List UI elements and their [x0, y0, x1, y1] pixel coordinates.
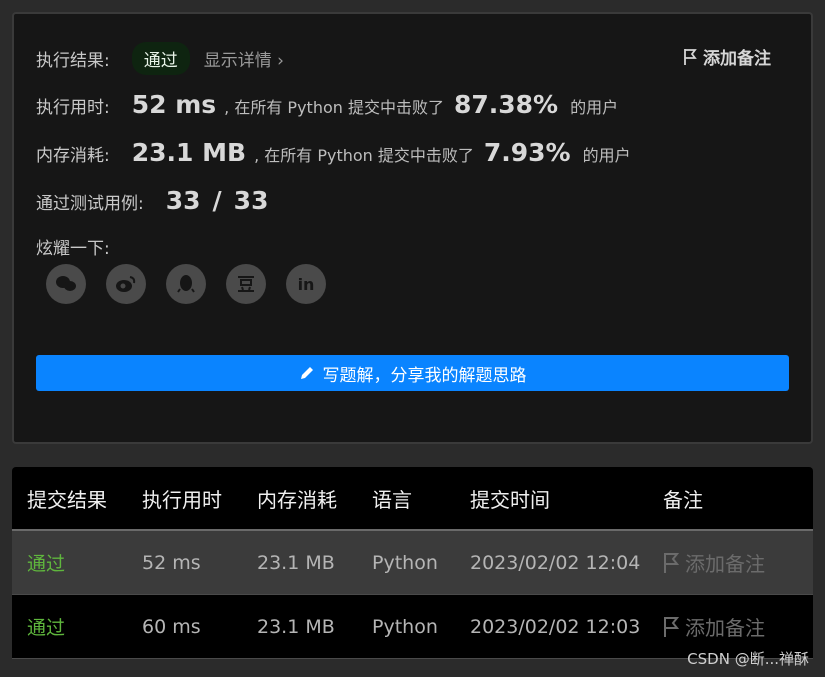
row-add-note-button[interactable]: 添加备注 — [648, 612, 813, 641]
status-badge: 通过 — [131, 42, 190, 75]
pencil-icon — [300, 367, 313, 379]
share-buttons: in — [46, 264, 326, 304]
show-details-link[interactable]: 显示详情 › — [204, 46, 284, 71]
row-runtime: 52 ms — [142, 551, 201, 574]
runtime-suffix: 的用户 — [570, 98, 619, 117]
write-solution-label: 写题解，分享我的解题思路 — [322, 365, 527, 386]
row-memory: 23.1 MB — [257, 615, 335, 638]
row-add-note-label: 添加备注 — [685, 616, 765, 640]
tests-row: 通过测试用例: 33 / 33 — [36, 186, 268, 215]
header-time: 提交时间 — [470, 487, 550, 512]
header-language: 语言 — [372, 487, 412, 512]
watermark: CSDN @断...禅酥 — [687, 650, 809, 668]
add-note-label: 添加备注 — [703, 49, 771, 69]
tests-passed: 33 — [165, 186, 201, 215]
table-header: 提交结果 执行用时 内存消耗 语言 提交时间 备注 — [12, 467, 813, 531]
memory-value: 23.1 MB — [131, 138, 247, 167]
runtime-label: 执行用时: — [36, 98, 110, 118]
memory-suffix: 的用户 — [582, 146, 631, 165]
row-add-note-button[interactable]: 添加备注 — [648, 548, 813, 577]
memory-beat-text: , 在所有 Python 提交中击败了 — [254, 146, 474, 165]
tests-label: 通过测试用例: — [36, 194, 144, 214]
row-language: Python — [372, 615, 438, 638]
flag-icon — [684, 48, 697, 65]
runtime-percent: 87.38% — [453, 90, 559, 119]
row-time: 2023/02/02 12:04 — [470, 551, 641, 574]
douban-icon[interactable] — [226, 264, 266, 304]
share-row-label: 炫耀一下: — [36, 234, 110, 259]
runtime-beat-text: , 在所有 Python 提交中击败了 — [224, 98, 444, 117]
result-card: 执行结果: 通过 显示详情 › 添加备注 执行用时: 52 ms , 在所有 P… — [12, 12, 813, 444]
wechat-icon[interactable] — [46, 264, 86, 304]
write-solution-button[interactable]: 写题解，分享我的解题思路 — [36, 355, 789, 391]
row-language: Python — [372, 551, 438, 574]
submissions-table: 提交结果 执行用时 内存消耗 语言 提交时间 备注 通过 52 ms 23.1 … — [12, 467, 813, 659]
tests-total: 33 — [233, 186, 269, 215]
flag-icon — [664, 552, 679, 573]
result-row: 执行结果: 通过 显示详情 › — [36, 42, 284, 75]
row-time: 2023/02/02 12:03 — [470, 615, 641, 638]
memory-row: 内存消耗: 23.1 MB , 在所有 Python 提交中击败了 7.93% … — [36, 138, 631, 167]
tests-separator: / — [212, 186, 222, 215]
row-status-link[interactable]: 通过 — [12, 613, 127, 640]
add-note-button[interactable]: 添加备注 — [683, 44, 771, 69]
weibo-icon[interactable] — [106, 264, 146, 304]
header-runtime: 执行用时 — [142, 487, 222, 512]
header-status: 提交结果 — [27, 487, 107, 512]
row-memory: 23.1 MB — [257, 551, 335, 574]
table-row: 通过 52 ms 23.1 MB Python 2023/02/02 12:04… — [12, 531, 813, 595]
memory-label: 内存消耗: — [36, 146, 110, 166]
row-add-note-label: 添加备注 — [685, 552, 765, 576]
qq-icon[interactable] — [166, 264, 206, 304]
linkedin-icon[interactable]: in — [286, 264, 326, 304]
header-note: 备注 — [663, 487, 703, 512]
row-status-link[interactable]: 通过 — [12, 549, 127, 576]
memory-percent: 7.93% — [483, 138, 571, 167]
header-memory: 内存消耗 — [257, 487, 337, 512]
share-label: 炫耀一下: — [36, 239, 110, 259]
runtime-value: 52 ms — [131, 90, 217, 119]
runtime-row: 执行用时: 52 ms , 在所有 Python 提交中击败了 87.38% 的… — [36, 90, 618, 119]
flag-icon — [664, 616, 679, 637]
result-label: 执行结果: — [36, 51, 110, 71]
row-runtime: 60 ms — [142, 615, 201, 638]
